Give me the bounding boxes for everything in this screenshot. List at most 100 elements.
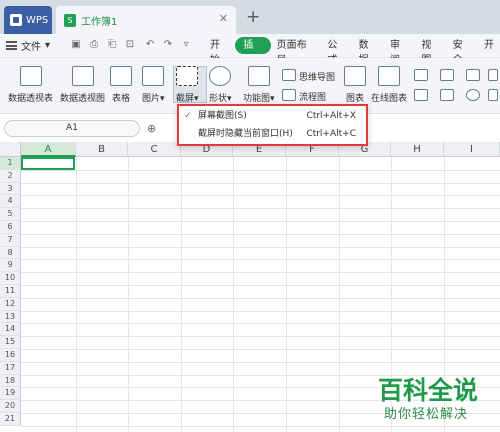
grid-column-line — [181, 157, 182, 432]
other-chart-icon[interactable] — [488, 89, 498, 101]
flowchart-button[interactable]: 流程图 — [299, 90, 326, 103]
print-icon[interactable]: ⎗ — [106, 39, 118, 51]
redo-icon[interactable]: ↷ — [162, 39, 174, 51]
row-header[interactable]: 5 — [0, 208, 21, 221]
scatter-chart-icon[interactable] — [440, 89, 454, 101]
row-header[interactable]: 17 — [0, 361, 21, 375]
more-chart-icon[interactable] — [488, 69, 498, 81]
row-header[interactable]: 8 — [0, 246, 21, 260]
spreadsheet-doc-icon: S — [64, 13, 76, 27]
row-header[interactable]: 13 — [0, 310, 21, 324]
online-chart-icon — [378, 66, 400, 86]
zoom-icon[interactable]: ⊕ — [147, 122, 156, 135]
menu-tab-view[interactable]: 视图 — [415, 37, 446, 66]
row-header[interactable]: 1 — [0, 157, 21, 170]
customize-icon[interactable]: ▿ — [180, 39, 192, 51]
function-chart-button[interactable]: 功能图▾ — [243, 66, 275, 104]
menu-tab-formulas[interactable]: 公式 — [321, 37, 352, 66]
row-header[interactable]: 4 — [0, 195, 21, 209]
menu-item-screen-capture[interactable]: ✓ 屏幕截图(S) Ctrl+Alt+X — [179, 108, 366, 125]
row-header[interactable]: 20 — [0, 400, 21, 413]
new-tab-icon[interactable]: + — [246, 7, 260, 27]
export-icon[interactable]: ⎙ — [88, 39, 100, 51]
area-chart-icon[interactable] — [466, 69, 480, 81]
column-chart-icon[interactable] — [414, 69, 428, 81]
line-chart-icon[interactable] — [440, 69, 454, 81]
menu-tab-security[interactable]: 安全 — [447, 37, 478, 66]
row-header[interactable]: 11 — [0, 285, 21, 298]
row-header[interactable]: 18 — [0, 374, 21, 388]
menu-tab-review[interactable]: 审阅 — [384, 37, 415, 66]
row-header[interactable]: 21 — [0, 413, 21, 426]
row-header[interactable]: 3 — [0, 182, 21, 196]
print-preview-icon[interactable]: ⊡ — [124, 39, 136, 51]
wps-tab-label: WPS — [26, 14, 49, 26]
row-header[interactable]: 12 — [0, 297, 21, 311]
row-header[interactable]: 7 — [0, 233, 21, 247]
close-tab-icon[interactable]: ✕ — [219, 12, 228, 25]
active-cell[interactable] — [21, 157, 75, 170]
screenshot-dropdown-menu: ✓ 屏幕截图(S) Ctrl+Alt+X 截屏时隐藏当前窗口(H) Ctrl+A… — [177, 104, 368, 146]
function-chart-label: 功能图▾ — [243, 94, 275, 104]
menu-bar: 文件 ▾ ▣ ⎙ ⎗ ⊡ ↶ ↷ ▿ 开始 插入 页面布局 公式 数据 审阅 视… — [0, 34, 500, 66]
grid-row-line — [21, 221, 500, 222]
grid-row-line — [21, 208, 500, 210]
menu-tab-insert[interactable]: 插入 — [235, 37, 271, 66]
document-tab[interactable]: S 工作簿1 ✕ — [56, 6, 236, 34]
chart-label: 图表 — [345, 94, 364, 104]
grid-row-line — [21, 361, 500, 363]
column-header[interactable]: C — [128, 142, 181, 157]
column-header[interactable]: B — [76, 142, 128, 157]
flowchart-icon — [282, 89, 296, 101]
name-box[interactable]: A1 — [4, 120, 140, 137]
pivot-table-icon — [19, 66, 42, 86]
picture-button[interactable]: 图片▾ — [142, 66, 165, 104]
row-header[interactable]: 15 — [0, 336, 21, 349]
column-header[interactable]: A — [21, 142, 76, 157]
screenshot-button[interactable]: 截屏▾ — [176, 66, 199, 104]
menu-tab-home[interactable]: 开始 — [204, 37, 235, 66]
save-icon[interactable]: ▣ — [70, 39, 82, 51]
wps-home-tab[interactable]: WPS — [4, 6, 52, 34]
bar-chart-icon[interactable] — [414, 89, 428, 101]
menu-tab-page-layout[interactable]: 页面布局 — [271, 37, 322, 66]
file-menu-button[interactable]: 文件 ▾ — [6, 38, 50, 53]
undo-icon[interactable]: ↶ — [144, 39, 156, 51]
check-icon: ✓ — [184, 111, 192, 121]
menu-item-hide-window[interactable]: 截屏时隐藏当前窗口(H) Ctrl+Alt+C — [179, 126, 366, 143]
pie-chart-icon[interactable] — [466, 89, 480, 101]
row-header[interactable]: 16 — [0, 349, 21, 362]
menu-items: 开始 插入 页面布局 公式 数据 审阅 视图 安全 开 — [204, 37, 500, 66]
select-all-corner[interactable] — [0, 142, 21, 157]
menu-item-shortcut: Ctrl+Alt+X — [306, 111, 356, 121]
table-button[interactable]: 表格 — [110, 66, 132, 104]
grid-row-line — [21, 272, 500, 274]
row-header[interactable]: 2 — [0, 169, 21, 183]
pivot-chart-label: 数据透视图 — [60, 94, 106, 104]
pivot-table-label: 数据透视表 — [8, 94, 54, 104]
pivot-chart-button[interactable]: 数据透视图 — [60, 66, 105, 104]
chart-icon — [344, 66, 366, 86]
menu-tab-data[interactable]: 数据 — [353, 37, 384, 66]
row-header[interactable]: 14 — [0, 323, 21, 337]
grid-row-line — [21, 233, 500, 235]
pivot-chart-icon — [71, 66, 94, 86]
column-header[interactable]: H — [391, 142, 444, 157]
column-header[interactable]: I — [444, 142, 500, 157]
menu-item-shortcut: Ctrl+Alt+C — [306, 129, 356, 139]
pivot-table-button[interactable]: 数据透视表 — [8, 66, 53, 104]
mind-map-button[interactable]: 思维导图 — [299, 70, 335, 83]
chart-button[interactable]: 图表 — [344, 66, 366, 104]
row-header[interactable]: 9 — [0, 259, 21, 273]
grid-column-line — [128, 157, 129, 432]
grid-row-line — [21, 297, 500, 299]
row-header[interactable]: 19 — [0, 387, 21, 401]
mind-map-icon — [282, 69, 296, 81]
shapes-button[interactable]: 形状▾ — [209, 66, 232, 104]
file-menu-label: 文件 — [21, 42, 41, 53]
grid-column-line — [339, 157, 340, 432]
row-header[interactable]: 6 — [0, 221, 21, 234]
row-header[interactable]: 10 — [0, 272, 21, 285]
online-chart-button[interactable]: 在线图表 — [371, 66, 407, 104]
menu-tab-more[interactable]: 开 — [478, 37, 500, 54]
